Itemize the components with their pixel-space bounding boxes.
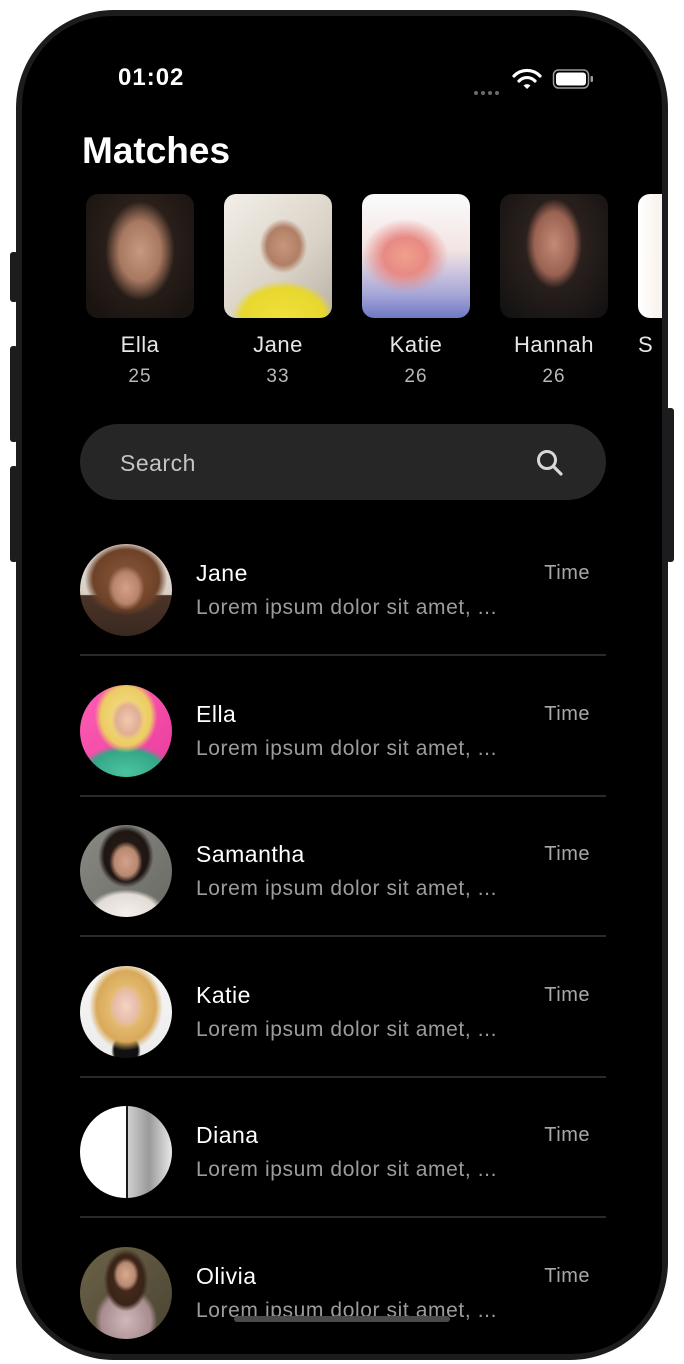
chat-list-item[interactable]: Ella Time Lorem ipsum dolor sit amet, ..… bbox=[80, 657, 606, 797]
divider bbox=[80, 1216, 606, 1218]
chat-name: Jane bbox=[196, 560, 248, 586]
chat-time: Time bbox=[544, 1124, 590, 1146]
avatar bbox=[80, 966, 172, 1058]
chat-time: Time bbox=[544, 1265, 590, 1287]
match-card[interactable]: S bbox=[638, 194, 662, 366]
matches-carousel[interactable]: Ella 25 Jane 33 Katie 26 Hannah 26 S bbox=[86, 194, 662, 394]
match-name: S bbox=[638, 332, 654, 357]
match-photo bbox=[500, 194, 608, 318]
avatar bbox=[80, 1106, 172, 1198]
mute-switch bbox=[10, 252, 18, 302]
avatar bbox=[80, 544, 172, 636]
match-photo bbox=[638, 194, 662, 318]
signal-icon bbox=[474, 82, 502, 100]
match-name: Katie bbox=[389, 332, 443, 357]
search-bar bbox=[80, 424, 606, 500]
chat-preview: Lorem ipsum dolor sit amet, ... bbox=[196, 877, 498, 900]
chat-time: Time bbox=[544, 843, 590, 865]
match-card[interactable]: Jane 33 bbox=[224, 194, 332, 388]
chat-list-item[interactable]: Samantha Time Lorem ipsum dolor sit amet… bbox=[80, 797, 606, 937]
match-card[interactable]: Hannah 26 bbox=[500, 194, 608, 388]
match-age: 25 bbox=[128, 366, 152, 387]
match-card[interactable]: Katie 26 bbox=[362, 194, 470, 388]
volume-up-button bbox=[10, 346, 18, 442]
match-name: Hannah bbox=[513, 332, 595, 357]
chat-preview: Lorem ipsum dolor sit amet, ... bbox=[196, 737, 498, 760]
chat-time: Time bbox=[544, 984, 590, 1006]
power-button bbox=[666, 408, 674, 562]
divider bbox=[80, 654, 606, 656]
chat-name: Diana bbox=[196, 1122, 259, 1148]
chat-preview: Lorem ipsum dolor sit amet, ... bbox=[196, 596, 498, 619]
match-age: 26 bbox=[404, 366, 428, 387]
chat-preview: Lorem ipsum dolor sit amet, ... bbox=[196, 1158, 498, 1181]
chat-list-item[interactable]: Katie Time Lorem ipsum dolor sit amet, .… bbox=[80, 938, 606, 1078]
avatar bbox=[80, 1247, 172, 1339]
chat-preview: Lorem ipsum dolor sit amet, ... bbox=[196, 1018, 498, 1041]
search-icon[interactable] bbox=[534, 447, 566, 479]
chat-name: Katie bbox=[196, 982, 251, 1008]
match-age: 26 bbox=[542, 366, 566, 387]
home-indicator[interactable] bbox=[234, 1316, 450, 1322]
chat-time: Time bbox=[544, 562, 590, 584]
match-photo bbox=[362, 194, 470, 318]
volume-down-button bbox=[10, 466, 18, 562]
chat-name: Olivia bbox=[196, 1263, 257, 1289]
match-name: Ella bbox=[120, 332, 160, 357]
battery-icon bbox=[552, 69, 593, 89]
match-photo bbox=[86, 194, 194, 318]
app-screen: 01:02 Matches Ella 25 Jane 33 Katie 26 H… bbox=[22, 16, 662, 1354]
chat-list-item[interactable]: Diana Time Lorem ipsum dolor sit amet, .… bbox=[80, 1078, 606, 1218]
match-name: Jane bbox=[253, 332, 303, 357]
avatar bbox=[80, 685, 172, 777]
chat-list-item[interactable]: Jane Time Lorem ipsum dolor sit amet, ..… bbox=[80, 516, 606, 656]
status-time: 01:02 bbox=[118, 64, 185, 91]
match-photo bbox=[224, 194, 332, 318]
match-age: 33 bbox=[266, 366, 290, 387]
match-card[interactable]: Ella 25 bbox=[86, 194, 194, 388]
search-input[interactable] bbox=[118, 444, 522, 482]
chat-name: Samantha bbox=[196, 841, 305, 867]
chat-name: Ella bbox=[196, 701, 237, 727]
avatar bbox=[80, 825, 172, 917]
divider bbox=[80, 935, 606, 937]
chat-list-item[interactable]: Olivia Time Lorem ipsum dolor sit amet, … bbox=[80, 1219, 606, 1354]
chat-time: Time bbox=[544, 703, 590, 725]
page-title: Matches bbox=[82, 130, 231, 171]
wifi-icon bbox=[512, 68, 542, 89]
